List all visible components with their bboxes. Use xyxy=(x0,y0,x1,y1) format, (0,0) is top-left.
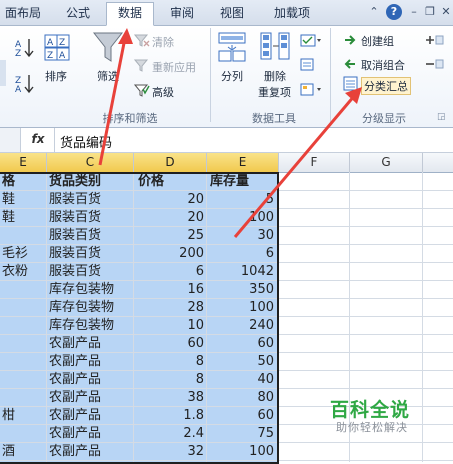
watermark-subtitle: 助你轻松解决 xyxy=(336,421,408,434)
annotation-arrows xyxy=(98,28,362,238)
arrow-to-subtotal xyxy=(233,87,362,238)
arrow-to-data-tab xyxy=(98,28,133,166)
watermark-logo-text: 百科全说 xyxy=(330,399,411,421)
